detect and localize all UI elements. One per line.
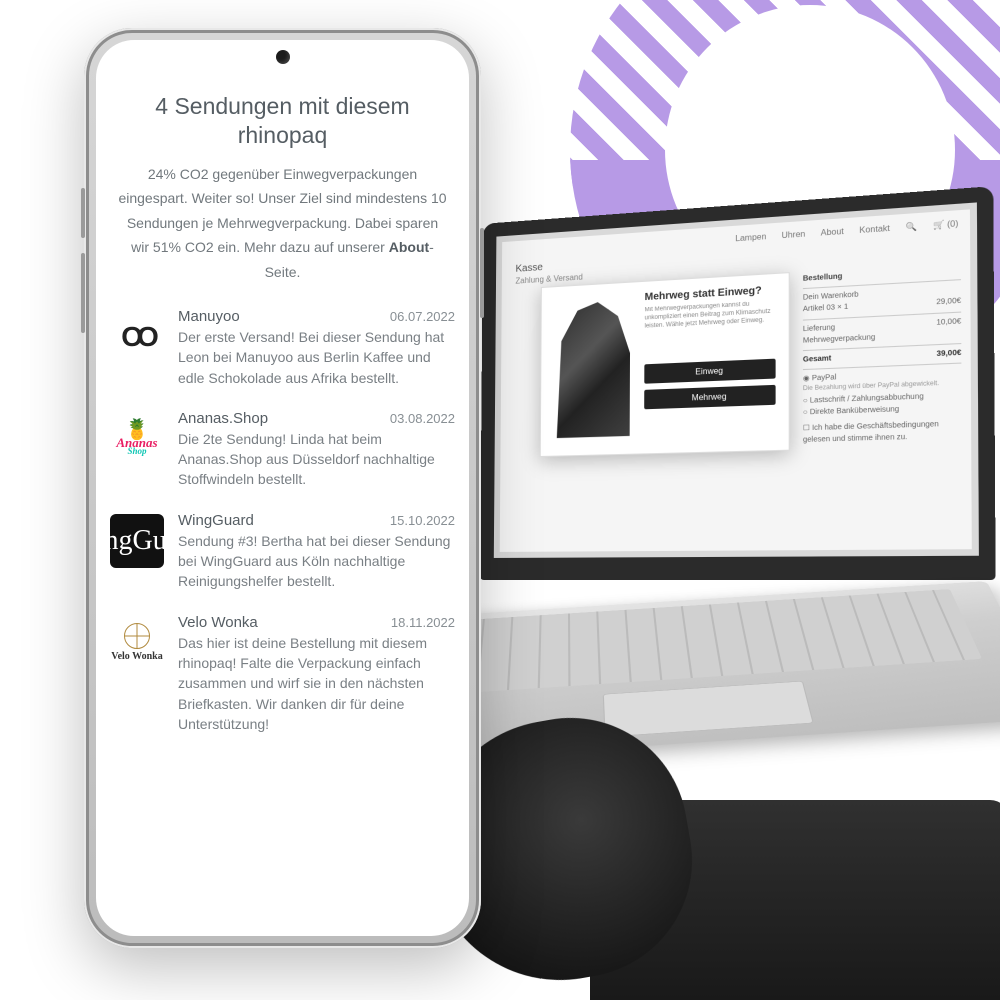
order-heading: Bestellung — [803, 264, 961, 285]
nav-item[interactable]: Uhren — [782, 229, 806, 240]
phone-screen[interactable]: 4 Sendungen mit diesem rhinopaq 24% CO2 … — [96, 40, 469, 936]
order-ship-price: 10,00€ — [936, 315, 961, 328]
velowonka-logo-icon: Velo Wonka — [110, 616, 164, 670]
phone-mock: 4 Sendungen mit diesem rhinopaq 24% CO2 … — [84, 28, 481, 948]
modal-body: Mit Mehrwegverpackungen kannst du unkomp… — [644, 300, 775, 358]
list-item[interactable]: OO Manuyoo 06.07.2022 Der erste Versand!… — [110, 308, 455, 388]
shipment-date: 18.11.2022 — [391, 615, 455, 630]
shop-name: Velo Wonka — [178, 614, 258, 631]
pay-option[interactable]: Lastschrift / Zahlungsabbuchung — [810, 393, 924, 404]
pay-option[interactable]: Direkte Banküberweisung — [810, 406, 899, 416]
list-item[interactable]: 🍍 Ananas Shop Ananas.Shop 03.08.2022 Die… — [110, 410, 455, 490]
list-item[interactable]: WingGuard WingGuard 15.10.2022 Sendung #… — [110, 512, 455, 592]
shop-name: Ananas.Shop — [178, 410, 268, 427]
ananas-logo-icon: 🍍 Ananas Shop — [110, 412, 164, 466]
nav-item[interactable]: Kontakt — [859, 223, 890, 235]
about-link[interactable]: About — [389, 239, 429, 255]
shipment-desc: Sendung #3! Bertha hat bei dieser Sendun… — [178, 531, 455, 592]
wingguard-logo-icon: WingGuard — [110, 514, 164, 568]
nav-item[interactable]: Lampen — [735, 232, 766, 243]
shipment-date: 15.10.2022 — [390, 513, 455, 528]
shipment-desc: Der erste Versand! Bei dieser Sendung ha… — [178, 327, 455, 388]
order-line-sub: Artikel 03 × 1 — [803, 302, 848, 316]
phone-blurb: 24% CO2 gegenüber Einwegverpackungen ein… — [118, 162, 447, 285]
packaging-modal: Mehrweg statt Einweg? Mit Mehrwegverpack… — [540, 272, 790, 457]
agb-checkbox-label[interactable]: Ich habe die Geschäftsbedingungen gelese… — [803, 421, 939, 444]
manuyoo-logo-icon: OO — [110, 310, 164, 364]
cart-icon[interactable]: (0) — [933, 219, 958, 230]
phone-heading: 4 Sendungen mit diesem rhinopaq — [140, 92, 425, 150]
list-item[interactable]: Velo Wonka Velo Wonka 18.11.2022 Das hie… — [110, 614, 455, 734]
shipment-date: 06.07.2022 — [390, 309, 455, 324]
shipment-desc: Die 2te Sendung! Linda hat beim Ananas.S… — [178, 429, 455, 490]
shipment-date: 03.08.2022 — [390, 411, 455, 426]
order-total-price: 39,00€ — [936, 347, 961, 360]
order-line-price: 29,00€ — [936, 296, 961, 309]
order-total-label: Gesamt — [803, 353, 831, 366]
nav-item[interactable]: About — [821, 227, 844, 238]
mehrweg-button[interactable]: Mehrweg — [644, 385, 775, 409]
shipment-desc: Das hier ist deine Bestellung mit diesem… — [178, 633, 455, 734]
search-icon[interactable]: 🔍 — [906, 222, 917, 232]
order-summary: Bestellung Dein Warenkorb Artikel 03 × 1… — [803, 264, 962, 447]
laptop-screen: Lampen Uhren About Kontakt 🔍 (0) Kasse Z… — [480, 186, 996, 580]
phone-camera-icon — [276, 50, 290, 64]
packaging-image — [553, 293, 635, 446]
einweg-button[interactable]: Einweg — [644, 359, 775, 384]
pay-option[interactable]: PayPal — [812, 374, 837, 382]
shop-name: WingGuard — [178, 512, 254, 529]
shop-name: Manuyoo — [178, 308, 240, 325]
